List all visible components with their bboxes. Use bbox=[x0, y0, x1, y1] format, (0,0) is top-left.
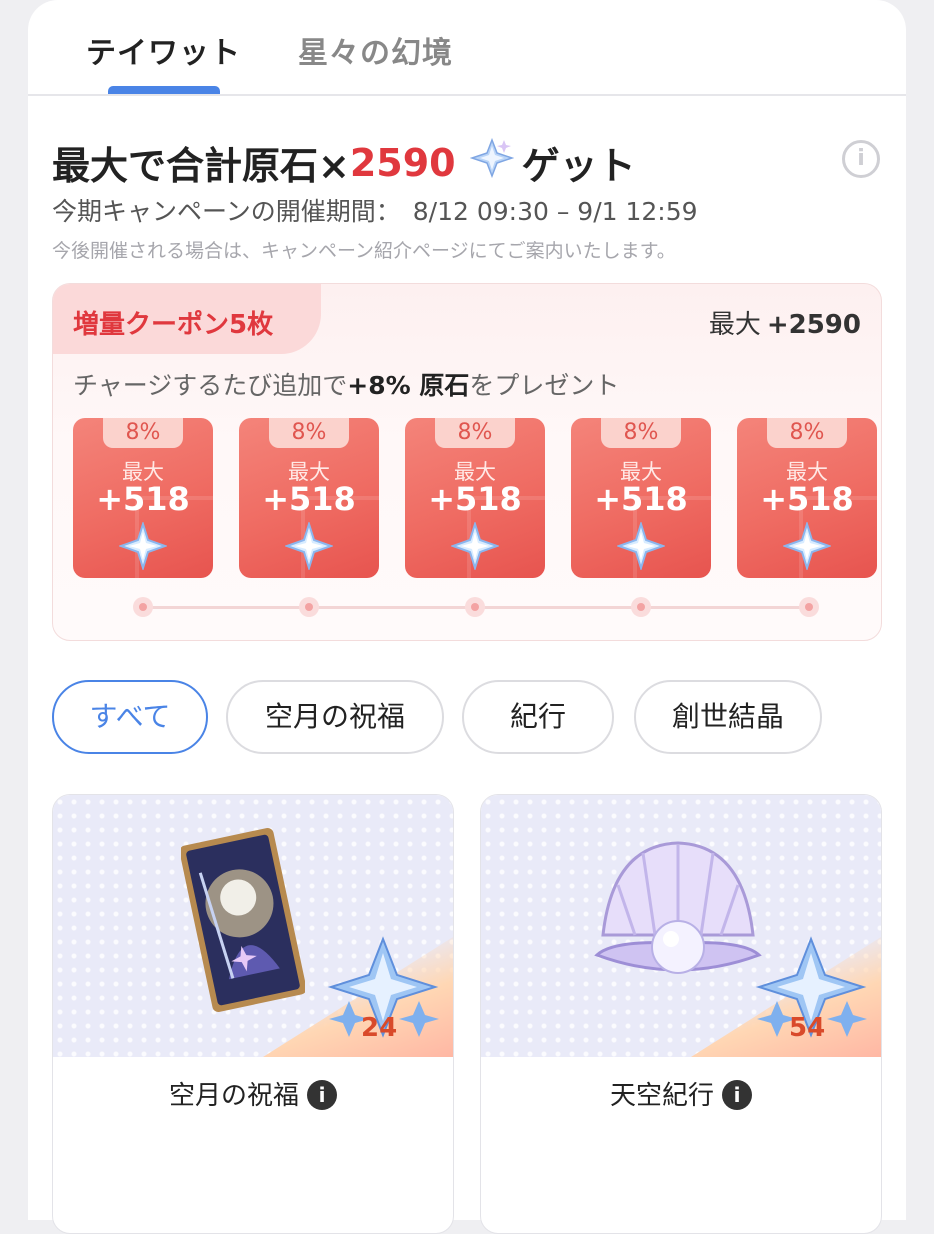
coupon-card[interactable]: 8% 最大 +518 bbox=[73, 418, 213, 578]
charge-suffix: をプレゼント bbox=[469, 371, 620, 400]
filter-chip-all[interactable]: すべて bbox=[52, 680, 208, 754]
product-art: 54 bbox=[481, 795, 881, 1057]
product-title-text: 天空紀行 bbox=[609, 1081, 714, 1111]
period-dates: 8/12 09:30 – 9/1 12:59 bbox=[412, 197, 698, 226]
product-title: 天空紀行 i bbox=[481, 1075, 881, 1112]
product-art: 24 bbox=[53, 795, 453, 1057]
coupon-value: +518 bbox=[96, 480, 190, 518]
tab-teyvat[interactable]: テイワット bbox=[86, 28, 241, 72]
product-title: 空月の祝福 i bbox=[53, 1075, 453, 1112]
headline-amount: 2590 bbox=[349, 140, 456, 185]
coupon-percent: 8% bbox=[601, 418, 681, 448]
product-card-battle-pass[interactable]: 54 天空紀行 i bbox=[480, 794, 882, 1234]
coupon-card[interactable]: 8% 最大 +518 bbox=[571, 418, 711, 578]
coupon-percent: 8% bbox=[103, 418, 183, 448]
primogem-icon bbox=[119, 522, 167, 570]
coupon-percent: 8% bbox=[269, 418, 349, 448]
max-word: 最大 bbox=[708, 310, 761, 340]
coupon-card[interactable]: 8% 最大 +518 bbox=[405, 418, 545, 578]
coupon-percent: 8% bbox=[767, 418, 847, 448]
coupon-value: +518 bbox=[262, 480, 356, 518]
max-total: 最大 +2590 bbox=[709, 304, 861, 341]
info-circle-icon[interactable]: i bbox=[842, 140, 880, 178]
product-count: 54 bbox=[789, 1013, 826, 1043]
product-count: 24 bbox=[361, 1013, 398, 1043]
progress-dot bbox=[133, 597, 153, 617]
active-tab-indicator bbox=[108, 86, 220, 94]
coupon-value: +518 bbox=[594, 480, 688, 518]
coupon-value: +518 bbox=[760, 480, 854, 518]
filter-chip-battle-pass[interactable]: 紀行 bbox=[462, 680, 614, 754]
tab-starry-realm[interactable]: 星々の幻境 bbox=[298, 28, 453, 72]
coupon-tag-label: 増量クーポン5枚 bbox=[73, 310, 274, 340]
period-label: 今期キャンペーンの開催期間： bbox=[52, 197, 401, 226]
max-value: +2590 bbox=[766, 310, 861, 340]
charge-bonus: +8% 原石 bbox=[347, 371, 470, 400]
primogem-icon bbox=[451, 522, 499, 570]
campaign-headline: 最大で合計原石× 2590 ゲット bbox=[52, 135, 636, 190]
primogem-icon bbox=[285, 522, 333, 570]
campaign-note: 今後開催される場合は、キャンペーン紹介ページにてご案内いたします。 bbox=[52, 240, 676, 262]
charge-prefix: チャージするたび追加で bbox=[73, 371, 348, 400]
primogem-icon bbox=[469, 137, 514, 187]
coupon-card[interactable]: 8% 最大 +518 bbox=[239, 418, 379, 578]
progress-dot bbox=[799, 597, 819, 617]
page-sheet: テイワット 星々の幻境 最大で合計原石× 2590 ゲット i 今期キャンペーン… bbox=[28, 0, 906, 1234]
progress-dot bbox=[631, 597, 651, 617]
info-icon[interactable]: i bbox=[307, 1080, 337, 1110]
coupon-percent: 8% bbox=[435, 418, 515, 448]
progress-dot bbox=[465, 597, 485, 617]
campaign-period: 今期キャンペーンの開催期間： 8/12 09:30 – 9/1 12:59 bbox=[52, 192, 698, 228]
coupon-value: +518 bbox=[428, 480, 522, 518]
primogem-icon bbox=[617, 522, 665, 570]
coupon-card[interactable]: 8% 最大 +518 bbox=[737, 418, 877, 578]
headline-prefix: 最大で合計原石× bbox=[52, 144, 350, 188]
progress-dot bbox=[299, 597, 319, 617]
tab-bar: テイワット 星々の幻境 bbox=[28, 0, 906, 96]
charge-description: チャージするたび追加で+8% 原石をプレゼント bbox=[73, 366, 619, 402]
headline-suffix: ゲット bbox=[521, 144, 636, 188]
coupon-panel: 増量クーポン5枚 最大 +2590 チャージするたび追加で+8% 原石をプレゼント… bbox=[52, 283, 882, 641]
product-title-text: 空月の祝福 bbox=[168, 1081, 299, 1111]
blessing-card-icon bbox=[181, 827, 305, 1013]
product-card-blessing[interactable]: 24 空月の祝福 i bbox=[52, 794, 454, 1234]
info-icon[interactable]: i bbox=[722, 1080, 752, 1110]
pearl-shell-icon bbox=[594, 841, 762, 974]
filter-chip-genesis-crystal[interactable]: 創世結晶 bbox=[634, 680, 822, 754]
filter-chip-blessing[interactable]: 空月の祝福 bbox=[226, 680, 444, 754]
primogem-icon bbox=[783, 522, 831, 570]
